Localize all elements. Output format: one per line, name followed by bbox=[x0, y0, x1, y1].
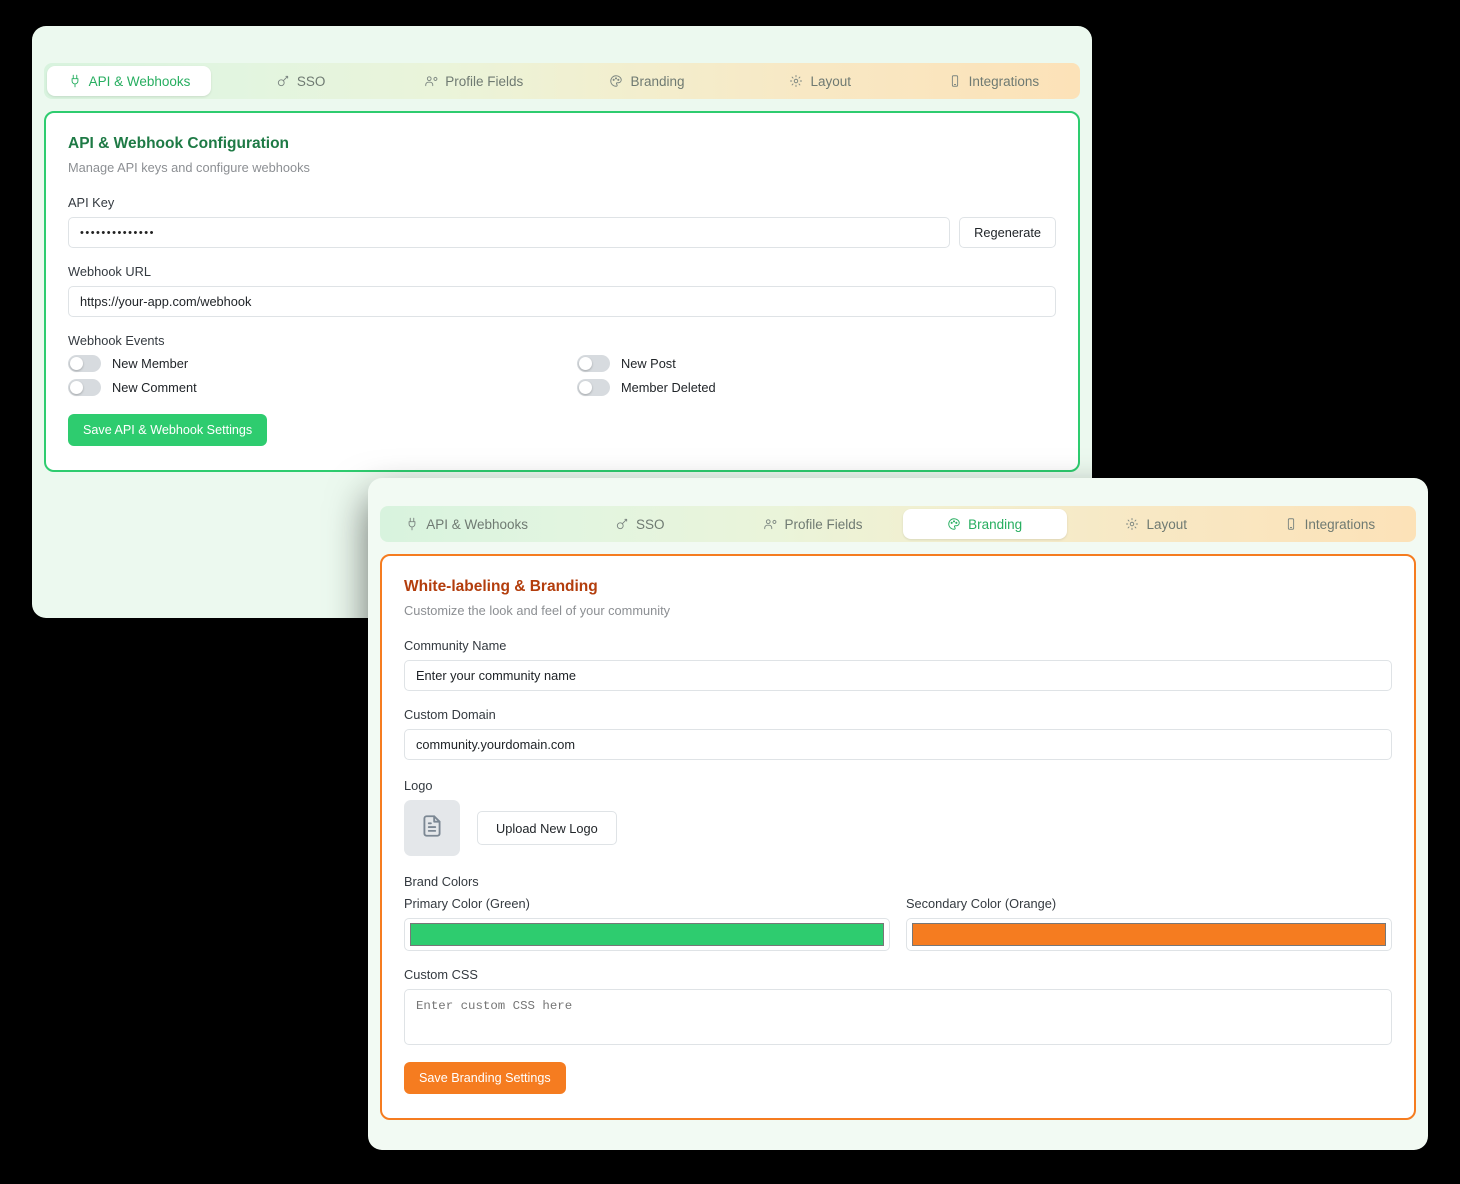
regenerate-button[interactable]: Regenerate bbox=[959, 217, 1056, 248]
event-row-new-member: New Member bbox=[68, 355, 547, 372]
toggle-label: New Member bbox=[112, 356, 189, 371]
panel-subtitle: Manage API keys and configure webhooks bbox=[68, 160, 310, 175]
api-key-value: •••••••••••••• bbox=[80, 226, 155, 239]
tab-label: Integrations bbox=[1304, 516, 1376, 532]
tab-label: Layout bbox=[810, 73, 851, 89]
event-row-new-post: New Post bbox=[577, 355, 1056, 372]
toggle-label: New Comment bbox=[112, 380, 197, 395]
tab-branding[interactable]: Branding bbox=[902, 509, 1067, 539]
community-name-placeholder: Enter your community name bbox=[416, 668, 577, 683]
brand-colors-label: Brand Colors bbox=[404, 874, 479, 889]
custom-css-label: Custom CSS bbox=[404, 967, 478, 982]
custom-domain-input[interactable]: community.yourdomain.com bbox=[404, 729, 1392, 760]
tab-label: Profile Fields bbox=[784, 516, 863, 532]
panel-title: White-labeling & Branding bbox=[404, 578, 598, 595]
primary-color-swatch bbox=[410, 923, 884, 946]
secondary-color-label: Secondary Color (Orange) bbox=[906, 896, 1057, 911]
palette-icon bbox=[609, 74, 623, 88]
tab-label: API & Webhooks bbox=[88, 73, 191, 89]
tab-label: Layout bbox=[1146, 516, 1187, 532]
tab-layout[interactable]: Layout bbox=[1070, 506, 1243, 542]
webhook-url-input[interactable]: https://your-app.com/webhook bbox=[68, 286, 1056, 317]
webhook-url-label: Webhook URL bbox=[68, 264, 151, 279]
event-row-new-comment: New Comment bbox=[68, 379, 547, 396]
users-icon bbox=[424, 74, 438, 88]
gear-icon bbox=[1125, 517, 1139, 531]
users-icon bbox=[763, 517, 777, 531]
api-key-input[interactable]: •••••••••••••• bbox=[68, 217, 951, 248]
primary-color-label: Primary Color (Green) bbox=[404, 896, 530, 911]
community-name-label: Community Name bbox=[404, 638, 507, 653]
tab-api-webhooks[interactable]: API & Webhooks bbox=[47, 66, 211, 96]
secondary-color-input[interactable] bbox=[906, 918, 1392, 951]
tablet-icon bbox=[1284, 517, 1298, 531]
tab-integrations[interactable]: Integrations bbox=[1243, 506, 1416, 542]
tab-profile-fields[interactable]: Profile Fields bbox=[726, 506, 899, 542]
custom-css-textarea[interactable] bbox=[404, 989, 1392, 1045]
toggle-label: Member Deleted bbox=[621, 380, 716, 395]
toggle-new-post[interactable] bbox=[577, 355, 610, 372]
plug-icon bbox=[68, 74, 82, 88]
toggle-label: New Post bbox=[621, 356, 676, 371]
community-name-input[interactable]: Enter your community name bbox=[404, 660, 1392, 691]
tab-label: Branding bbox=[630, 73, 685, 89]
webhook-url-value: https://your-app.com/webhook bbox=[80, 294, 252, 309]
gear-icon bbox=[789, 74, 803, 88]
tab-profile-fields[interactable]: Profile Fields bbox=[387, 63, 560, 99]
save-api-webhook-settings-button[interactable]: Save API & Webhook Settings bbox=[68, 414, 268, 446]
upload-new-logo-button[interactable]: Upload New Logo bbox=[477, 811, 617, 845]
key-icon bbox=[276, 74, 290, 88]
webhook-events-label: Webhook Events bbox=[68, 333, 165, 348]
document-icon bbox=[419, 813, 445, 844]
settings-tab-bar: API & Webhooks SSO Profile Fields Brandi… bbox=[44, 63, 1080, 99]
plug-icon bbox=[405, 517, 419, 531]
settings-tab-bar: API & Webhooks SSO Profile Fields Brandi… bbox=[380, 506, 1416, 542]
branding-panel: White-labeling & Branding Customize the … bbox=[380, 554, 1416, 1120]
tab-label: SSO bbox=[296, 73, 326, 89]
tab-sso[interactable]: SSO bbox=[553, 506, 726, 542]
brand-colors-grid: Primary Color (Green) Secondary Color (O… bbox=[404, 896, 1392, 951]
panel-title: API & Webhook Configuration bbox=[68, 135, 290, 152]
secondary-color-group: Secondary Color (Orange) bbox=[906, 896, 1392, 951]
webhook-events-grid: New Member New Post New Comment Member D… bbox=[68, 355, 1056, 396]
primary-color-group: Primary Color (Green) bbox=[404, 896, 890, 951]
logo-preview bbox=[404, 800, 460, 856]
event-row-member-deleted: Member Deleted bbox=[577, 379, 1056, 396]
primary-color-input[interactable] bbox=[404, 918, 890, 951]
tab-label: Branding bbox=[968, 516, 1023, 532]
toggle-new-member[interactable] bbox=[68, 355, 101, 372]
custom-domain-value: community.yourdomain.com bbox=[416, 737, 576, 752]
tab-label: API & Webhooks bbox=[426, 516, 528, 532]
tab-branding[interactable]: Branding bbox=[560, 63, 733, 99]
tab-integrations[interactable]: Integrations bbox=[907, 63, 1080, 99]
save-branding-settings-button[interactable]: Save Branding Settings bbox=[404, 1062, 566, 1094]
toggle-new-comment[interactable] bbox=[68, 379, 101, 396]
tab-layout[interactable]: Layout bbox=[734, 63, 907, 99]
logo-label: Logo bbox=[404, 778, 433, 793]
api-key-label: API Key bbox=[68, 195, 115, 210]
api-webhook-config-panel: API & Webhook Configuration Manage API k… bbox=[44, 111, 1080, 472]
toggle-member-deleted[interactable] bbox=[577, 379, 610, 396]
panel-subtitle: Customize the look and feel of your comm… bbox=[404, 603, 671, 618]
tablet-icon bbox=[948, 74, 962, 88]
palette-icon bbox=[947, 517, 961, 531]
logo-row: Upload New Logo bbox=[404, 800, 1392, 856]
tab-label: Integrations bbox=[968, 73, 1040, 89]
secondary-color-swatch bbox=[912, 923, 1386, 946]
screenshot-stage: API & Webhooks SSO Profile Fields Brandi… bbox=[0, 0, 1460, 1184]
custom-domain-label: Custom Domain bbox=[404, 707, 496, 722]
tab-label: SSO bbox=[636, 516, 665, 532]
key-icon bbox=[615, 517, 629, 531]
tab-label: Profile Fields bbox=[445, 73, 524, 89]
api-key-row: •••••••••••••• Regenerate bbox=[68, 217, 1056, 248]
branding-window: API & Webhooks SSO Profile Fields Brandi… bbox=[368, 478, 1428, 1150]
tab-sso[interactable]: SSO bbox=[214, 63, 387, 99]
tab-api-webhooks[interactable]: API & Webhooks bbox=[380, 506, 553, 542]
